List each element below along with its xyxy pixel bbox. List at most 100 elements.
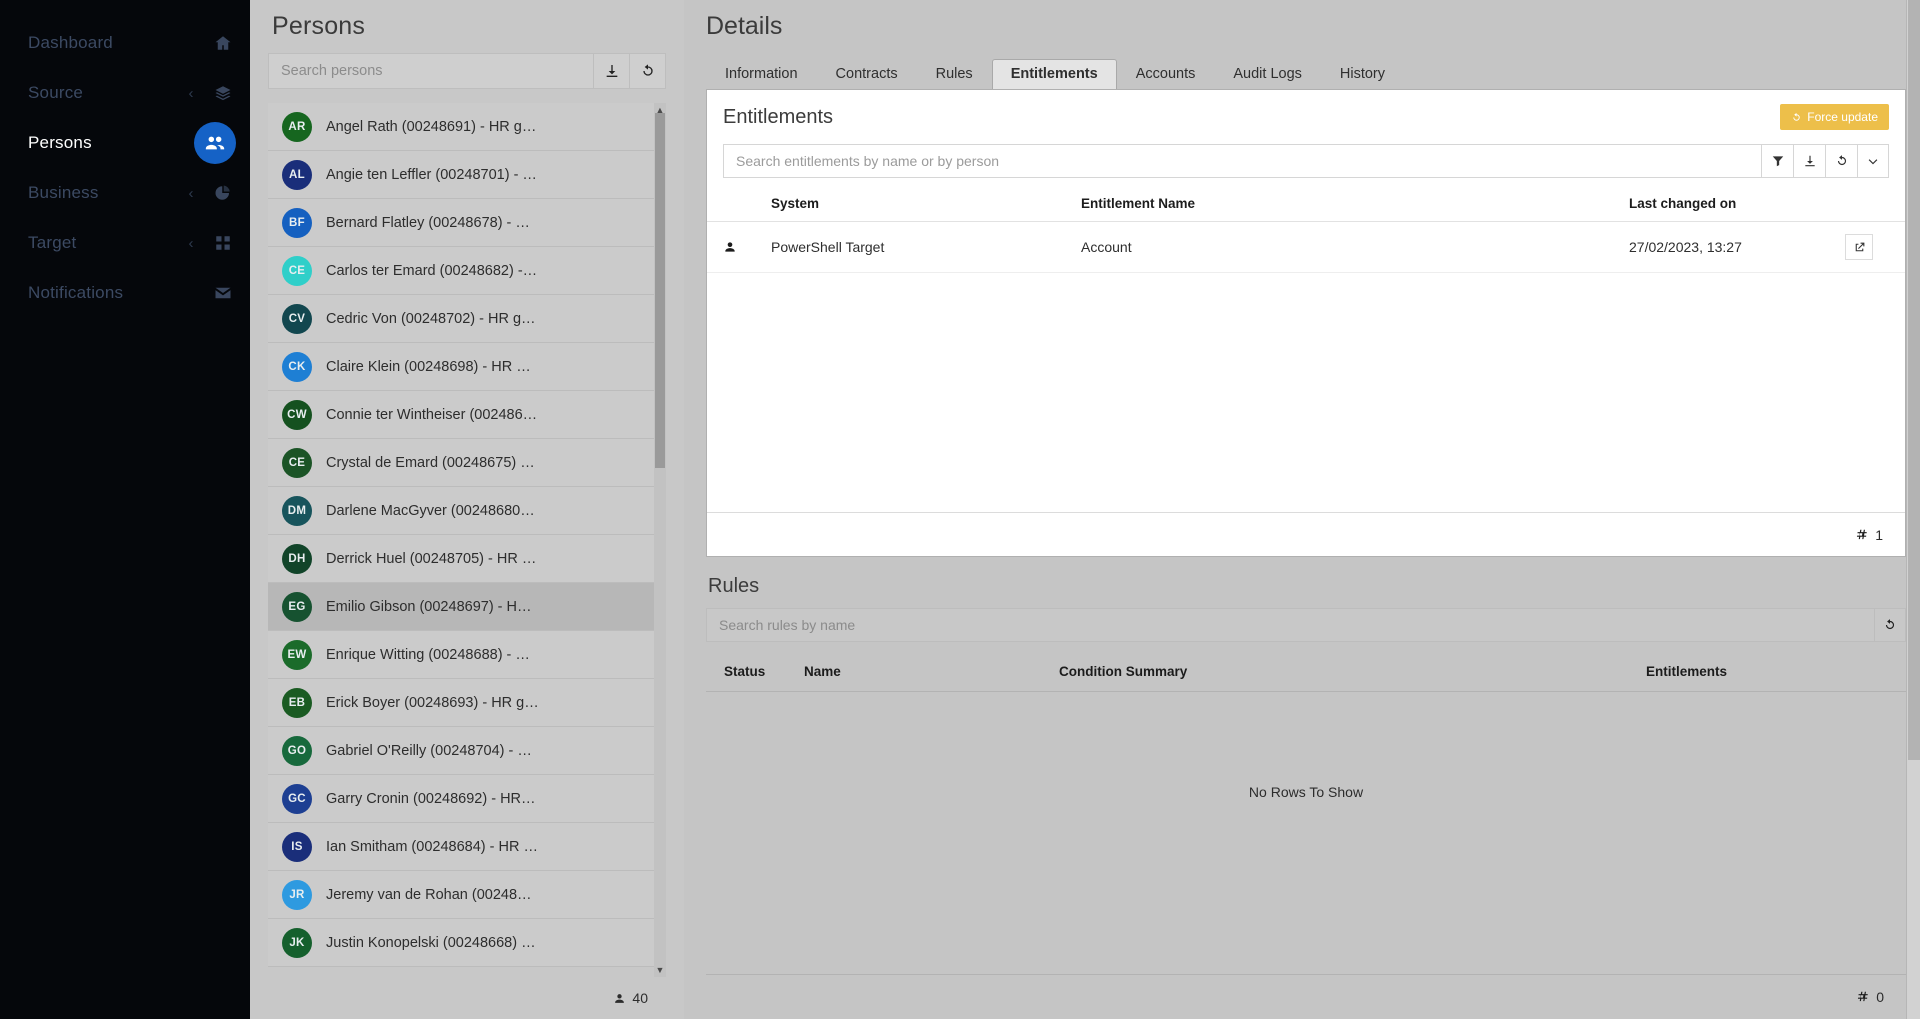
list-item[interactable]: CV Cedric Von (00248702) - HR g… [268, 295, 666, 343]
entitlements-search-input[interactable] [723, 144, 1761, 178]
tab-history[interactable]: History [1321, 59, 1404, 90]
list-item[interactable]: AR Angel Rath (00248691) - HR g… [268, 103, 666, 151]
avatar: CK [282, 351, 312, 382]
avatar: AR [282, 111, 312, 142]
list-item[interactable]: BF Bernard Flatley (00248678) - … [268, 199, 666, 247]
entitlements-download-button[interactable] [1793, 144, 1825, 178]
list-item[interactable]: AL Angie ten Leffler (00248701) - … [268, 151, 666, 199]
grid-header-last-changed[interactable]: Last changed on [1629, 196, 1829, 211]
sidebar-item-target[interactable]: Target ‹ [0, 218, 250, 268]
sidebar-item-source[interactable]: Source ‹ [0, 68, 250, 118]
rules-search-input[interactable] [706, 608, 1874, 642]
grid-header-system[interactable]: System [771, 196, 1081, 211]
row-last-changed-on: 27/02/2023, 13:27 [1629, 239, 1742, 255]
entitlements-card-header: Entitlements Force update [707, 90, 1905, 138]
layers-icon [210, 80, 236, 106]
refresh-icon [1885, 619, 1895, 630]
list-item[interactable]: DH Derrick Huel (00248705) - HR … [268, 535, 666, 583]
list-item-label: Gabriel O'Reilly (00248704) - … [326, 742, 532, 759]
tab-accounts[interactable]: Accounts [1117, 59, 1215, 90]
rules-header-condition-summary[interactable]: Condition Summary [1059, 664, 1646, 679]
persons-search-row [268, 53, 666, 89]
list-item[interactable]: EB Erick Boyer (00248693) - HR g… [268, 679, 666, 727]
entitlements-footer: 1 [707, 512, 1905, 556]
person-icon [615, 993, 625, 1003]
entitlements-expand-button[interactable] [1857, 144, 1889, 178]
avatar: CV [282, 303, 312, 334]
list-item[interactable]: CE Carlos ter Emard (00248682) -… [268, 247, 666, 295]
list-item[interactable]: EW Enrique Witting (00248688) - … [268, 631, 666, 679]
external-link-icon [1855, 242, 1864, 251]
grid-icon [210, 230, 236, 256]
sidebar-item-persons[interactable]: Persons [0, 118, 250, 168]
sidebar-item-label: Target [28, 233, 77, 252]
list-item-label: Darlene MacGyver (00248680… [326, 502, 535, 519]
chevron-left-icon[interactable]: ‹ [186, 186, 196, 201]
list-item-label: Carlos ter Emard (00248682) -… [326, 262, 538, 279]
scrollbar-thumb[interactable] [655, 113, 665, 468]
list-item[interactable]: GO Gabriel O'Reilly (00248704) - … [268, 727, 666, 775]
table-row[interactable]: PowerShell Target Account 27/02/2023, 13… [707, 222, 1905, 273]
tab-rules[interactable]: Rules [917, 59, 992, 90]
rules-refresh-button[interactable] [1874, 608, 1906, 642]
sidebar: Dashboard Source ‹ Persons Business ‹ Ta… [0, 0, 250, 1019]
list-item-label: Erick Boyer (00248693) - HR g… [326, 694, 539, 711]
sidebar-item-label: Business [28, 183, 99, 202]
entitlements-refresh-button[interactable] [1825, 144, 1857, 178]
avatar: EB [282, 687, 312, 718]
page-scrollbar[interactable] [1906, 0, 1920, 1019]
list-item-label: Justin Konopelski (00248668) … [326, 934, 536, 951]
persons-refresh-button[interactable] [630, 53, 666, 89]
list-item-label: Derrick Huel (00248705) - HR … [326, 550, 537, 567]
filter-icon [1772, 156, 1783, 167]
tab-information[interactable]: Information [706, 59, 817, 90]
sidebar-item-business[interactable]: Business ‹ [0, 168, 250, 218]
persons-list[interactable]: AR Angel Rath (00248691) - HR g… AL Angie t… [268, 103, 666, 977]
list-item[interactable]: DM Darlene MacGyver (00248680… [268, 487, 666, 535]
list-item[interactable]: IS Ian Smitham (00248684) - HR … [268, 823, 666, 871]
refresh-icon [1837, 155, 1846, 166]
tab-entitlements[interactable]: Entitlements [991, 58, 1117, 89]
rules-header-name[interactable]: Name [804, 664, 1059, 679]
hash-icon [1858, 991, 1868, 1002]
chevron-left-icon[interactable]: ‹ [186, 86, 196, 101]
tab-contracts[interactable]: Contracts [817, 59, 917, 90]
sidebar-item-dashboard[interactable]: Dashboard [0, 18, 250, 68]
people-icon [194, 122, 236, 164]
grid-header-entitlement-name[interactable]: Entitlement Name [1081, 196, 1629, 211]
list-item-label: Bernard Flatley (00248678) - … [326, 214, 530, 231]
avatar: IS [282, 831, 312, 862]
chevron-left-icon[interactable]: ‹ [186, 236, 196, 251]
list-item[interactable]: JR Jeremy van de Rohan (00248… [268, 871, 666, 919]
force-update-label: Force update [1807, 110, 1878, 124]
rules-header-entitlements[interactable]: Entitlements [1646, 664, 1906, 679]
refresh-icon [1793, 112, 1800, 121]
persons-panel: Persons ARAngel Rath (00248691) - HR g…A… [250, 0, 684, 1019]
persons-count: 40 [268, 977, 666, 1019]
tab-audit-logs[interactable]: Audit Logs [1214, 59, 1321, 90]
force-update-button[interactable]: Force update [1780, 104, 1889, 130]
avatar: CE [282, 255, 312, 286]
persons-search-input[interactable] [268, 53, 594, 89]
rules-header-status[interactable]: Status [724, 664, 804, 679]
row-action-cell [1829, 234, 1889, 260]
list-item[interactable]: CE Crystal de Emard (00248675) … [268, 439, 666, 487]
list-item[interactable]: GC Garry Cronin (00248692) - HR… [268, 775, 666, 823]
sidebar-item-notifications[interactable]: Notifications [0, 268, 250, 318]
entitlements-title: Entitlements [723, 105, 834, 128]
list-item[interactable]: EG Emilio Gibson (00248697) - H… [268, 583, 666, 631]
list-item-label: Jeremy van de Rohan (00248… [326, 886, 532, 903]
list-item-label: Claire Klein (00248698) - HR … [326, 358, 531, 375]
persons-list-scrollbar[interactable]: ▲ ▼ [654, 103, 666, 977]
entitlements-filter-button[interactable] [1761, 144, 1793, 178]
details-panel: Details Information Contracts Rules Entitle… [684, 0, 1920, 1019]
rules-title: Rules [708, 575, 760, 597]
scroll-down-icon[interactable]: ▼ [654, 963, 666, 977]
list-item[interactable]: CK Claire Klein (00248698) - HR … [268, 343, 666, 391]
page-scrollbar-thumb[interactable] [1908, 0, 1920, 760]
rules-footer: 0 [706, 975, 1906, 1019]
list-item[interactable]: JK Justin Konopelski (00248668) … [268, 919, 666, 967]
persons-download-button[interactable] [594, 53, 630, 89]
list-item[interactable]: CW Connie ter Wintheiser (002486… [268, 391, 666, 439]
row-open-button[interactable] [1845, 234, 1873, 260]
